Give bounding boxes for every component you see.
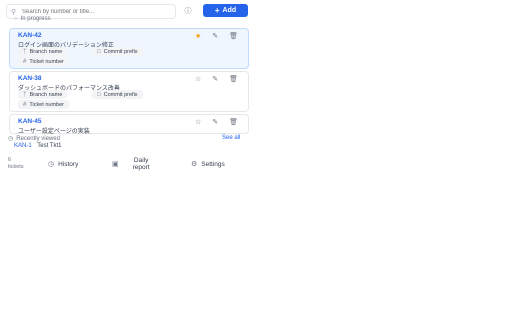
- recent-item-key: KAN-1: [14, 143, 32, 149]
- plus-icon: +: [214, 6, 220, 15]
- daily-report-line2: report: [132, 164, 150, 171]
- calendar-icon: ▣: [112, 161, 119, 168]
- chip-label: Branch name: [29, 48, 63, 55]
- recently-viewed-label: ◷ Recently viewed: [8, 135, 60, 143]
- ticket-actions: ☆ ✎ 🗑: [195, 75, 238, 83]
- hash-icon: #: [23, 101, 27, 108]
- ticket-actions: ☆ ✎ 🗑: [195, 118, 238, 126]
- ticket-card[interactable]: KAN-42 ログイン画面のバリデーション修正 ★ ✎ 🗑 ᛉ Branch n…: [9, 28, 249, 69]
- chip-label: Branch name: [29, 91, 63, 98]
- ticket-card[interactable]: KAN-45 ユーザー設定ページの実装 ☆ ✎ 🗑: [9, 114, 249, 135]
- see-all-link[interactable]: See all: [222, 135, 240, 141]
- trash-icon[interactable]: 🗑: [229, 118, 238, 126]
- recent-item-title: Test Tkt1: [37, 143, 62, 149]
- chip-label: Ticket number: [29, 101, 64, 108]
- gear-icon: ⚙: [191, 161, 198, 168]
- ticket-count: 6 tickets: [8, 157, 24, 171]
- history-button[interactable]: ◷ History: [48, 160, 79, 169]
- recently-viewed-text: Recently viewed: [16, 135, 60, 142]
- edit-icon[interactable]: ✎: [212, 75, 218, 83]
- star-icon[interactable]: ★: [195, 32, 201, 40]
- in-progress-text: In progress: [20, 16, 51, 22]
- add-ticket-button[interactable]: + Add: [203, 4, 248, 17]
- chip-label: Ticket number: [29, 58, 64, 65]
- ticket-title: ユーザー設定ページの実装: [18, 129, 90, 135]
- info-icon: ⓘ: [184, 7, 192, 15]
- trash-icon[interactable]: 🗑: [229, 32, 238, 40]
- hash-icon: #: [23, 58, 27, 65]
- ticket-card[interactable]: KAN-38 ダッシュボードのパフォーマンス改善 ☆ ✎ 🗑 ᛉ Branch …: [9, 71, 249, 112]
- history-icon: ◷: [48, 161, 55, 168]
- edit-icon[interactable]: ✎: [212, 32, 218, 40]
- chip-label: Commit prefix: [103, 91, 138, 98]
- settings-label: Settings: [201, 160, 225, 168]
- star-icon[interactable]: ☆: [195, 75, 201, 83]
- branch-icon: ᛉ: [23, 48, 27, 55]
- add-label: Add: [222, 7, 237, 14]
- branch-name-chip[interactable]: ᛉ Branch name: [18, 47, 68, 56]
- recent-item[interactable]: KAN-1 Test Tkt1: [14, 143, 61, 149]
- star-icon[interactable]: ☆: [195, 118, 201, 126]
- clock-icon: ◷: [8, 136, 14, 142]
- ticket-count-unit: tickets: [8, 164, 24, 170]
- branch-name-chip[interactable]: ᛉ Branch name: [18, 90, 68, 99]
- edit-icon[interactable]: ✎: [212, 118, 218, 126]
- help-button[interactable]: ⓘ: [182, 4, 194, 17]
- daily-report-line1: Daily: [133, 157, 149, 164]
- message-icon: □: [97, 91, 101, 98]
- message-icon: □: [97, 48, 101, 55]
- search-input[interactable]: [20, 8, 167, 15]
- search-icon: ⚲: [11, 8, 17, 16]
- ticket-number-chip[interactable]: # Ticket number: [18, 57, 69, 66]
- ticket-key[interactable]: KAN-38: [18, 75, 41, 82]
- in-progress-label: ○ In progress: [14, 16, 51, 22]
- branch-icon: ᛉ: [23, 91, 27, 98]
- ticket-actions: ★ ✎ 🗑: [195, 32, 238, 40]
- commit-prefix-chip[interactable]: □ Commit prefix: [92, 90, 143, 99]
- ticket-number-chip[interactable]: # Ticket number: [18, 100, 69, 109]
- ticket-key[interactable]: KAN-42: [18, 32, 41, 39]
- ticket-key[interactable]: KAN-45: [18, 118, 41, 125]
- daily-report-label: Daily report: [133, 157, 150, 171]
- settings-button[interactable]: ⚙ Settings: [191, 160, 225, 169]
- history-label: History: [58, 160, 79, 168]
- circle-icon: ○: [14, 16, 18, 22]
- daily-report-button[interactable]: ▣ Daily report: [112, 157, 150, 171]
- footer-bar: 6 tickets ◷ History ▣ Daily report ⚙ Set…: [0, 155, 254, 175]
- chip-label: Commit prefix: [103, 48, 138, 55]
- ticket-panel: ⚲ ⓘ + Add ○ In progress KAN-42 ログイン画面のバリ…: [0, 0, 254, 175]
- trash-icon[interactable]: 🗑: [229, 75, 238, 83]
- ticket-count-number: 6: [8, 157, 12, 163]
- commit-prefix-chip[interactable]: □ Commit prefix: [92, 47, 143, 56]
